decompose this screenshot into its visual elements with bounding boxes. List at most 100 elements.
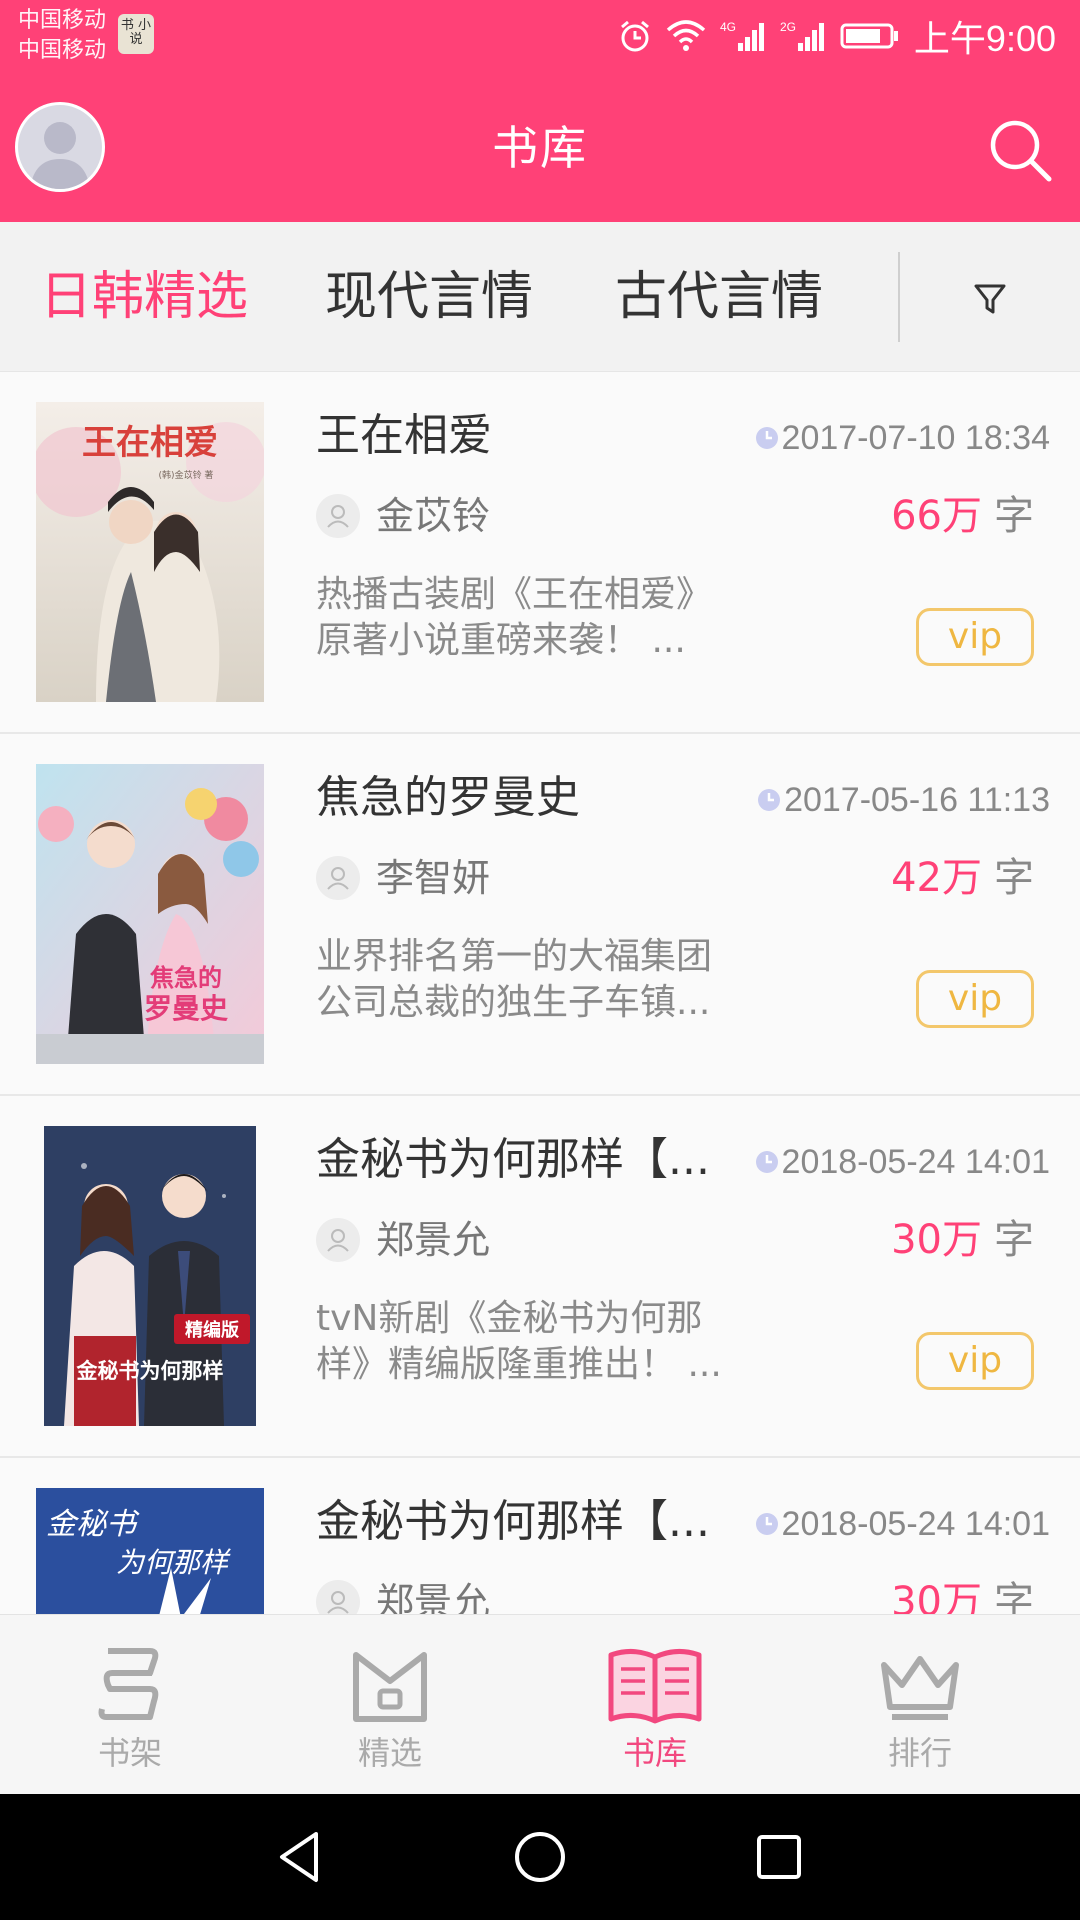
book-item[interactable]: 精编版 金秘书为何那样 金秘书为何那样【... 2018-05-24 14:01…	[0, 1096, 1080, 1458]
clock-icon	[755, 427, 778, 449]
author-name: 郑景允	[376, 1580, 491, 1614]
word-count-value: 30万	[891, 1579, 982, 1614]
update-date: 2017-05-16 11:13	[756, 778, 1050, 822]
cover-title-line-2: 罗曼史	[144, 992, 228, 1025]
book-title[interactable]: 金秘书为何那样【...	[316, 1130, 736, 1190]
nav-featured[interactable]: 精选	[290, 1615, 490, 1795]
book-cover[interactable]: 精编版 金秘书为何那样	[44, 1126, 256, 1426]
book-cover[interactable]: 金秘书 为何那样	[36, 1488, 264, 1614]
system-navigation-bar	[0, 1794, 1080, 1920]
desc-line: 原著小说重磅来袭！ ...	[316, 620, 686, 661]
carrier-2: 中国移动	[18, 38, 107, 63]
search-icon	[990, 120, 1052, 182]
author-name: 金苡铃	[376, 494, 491, 538]
desc-line: 样》精编版隆重推出！ ...	[316, 1344, 722, 1385]
category-tabs: 日韩精选 现代言情 古代言情	[0, 222, 1080, 372]
book-item[interactable]: 王在相爱 (韩)金苡铃 著 王在相爱 2017-07-10 18:34 金苡铃 …	[0, 372, 1080, 734]
alarm-icon	[620, 20, 649, 52]
date-text: 2018-05-24 14:01	[781, 1143, 1050, 1181]
cover-title-line-2: 为何那样	[116, 1546, 231, 1579]
book-description: 业界排名第一的大福集团 公司总裁的独生子车镇...	[316, 934, 756, 1026]
cover-image: 焦急的 罗曼史	[36, 764, 264, 1064]
word-count-value: 30万	[891, 1217, 982, 1263]
vip-badge: vip	[916, 608, 1034, 666]
word-count-unit: 字	[994, 1579, 1034, 1614]
book-cover[interactable]: 王在相爱 (韩)金苡铃 著	[36, 402, 264, 702]
update-date: 2018-05-24 14:01	[754, 1140, 1050, 1184]
book-title[interactable]: 王在相爱	[316, 406, 736, 466]
book-title[interactable]: 金秘书为何那样【...	[316, 1492, 736, 1552]
battery-icon	[840, 23, 898, 49]
filter-icon	[974, 284, 1006, 314]
cover-title: 金秘书为何那样	[76, 1359, 224, 1383]
cover-tag: 精编版	[185, 1319, 239, 1341]
wifi-icon	[666, 20, 706, 51]
tab-ancient-romance[interactable]: 古代言情	[615, 262, 823, 332]
nav-label: 书架	[97, 1734, 162, 1772]
word-count: 66万字	[891, 490, 1034, 542]
cover-title: 王在相爱	[82, 423, 218, 463]
cover-image: 王在相爱 (韩)金苡铃 著	[36, 402, 264, 702]
word-count-unit: 字	[994, 855, 1034, 901]
author-row: 金苡铃	[316, 492, 490, 540]
recent-apps-icon[interactable]	[746, 1824, 812, 1890]
nav-bookshelf[interactable]: 书架	[30, 1615, 230, 1795]
book-item[interactable]: 金秘书 为何那样 金秘书为何那样【... 2018-05-24 14:01 郑景…	[0, 1458, 1080, 1614]
page-title: 书库	[492, 121, 588, 175]
nav-library[interactable]: 书库	[555, 1615, 755, 1795]
word-count-unit: 字	[994, 1217, 1034, 1263]
carrier-info: 中国移动 中国移动	[18, 6, 106, 66]
home-icon[interactable]	[507, 1824, 573, 1890]
desc-line: 业界排名第一的大福集团	[316, 936, 713, 977]
library-book-icon	[608, 1649, 702, 1724]
nav-label: 精选	[357, 1734, 422, 1772]
nav-label: 排行	[887, 1734, 952, 1772]
update-date: 2017-07-10 18:34	[754, 416, 1050, 460]
author-row: 郑景允	[316, 1216, 490, 1264]
author-icon	[316, 1218, 360, 1262]
author-name: 李智妍	[376, 856, 491, 900]
author-icon	[316, 856, 360, 900]
author-name: 郑景允	[376, 1218, 491, 1262]
cover-image: 精编版 金秘书为何那样	[44, 1126, 256, 1426]
date-text: 2018-05-24 14:01	[781, 1505, 1050, 1543]
filter-button[interactable]	[960, 268, 1020, 328]
nav-ranking[interactable]: 排行	[820, 1615, 1020, 1795]
back-icon[interactable]	[268, 1824, 334, 1890]
signal-2g-icon: 2G	[780, 20, 824, 51]
clock-icon	[755, 1513, 778, 1535]
nav-label: 书库	[622, 1734, 687, 1772]
word-count: 42万字	[891, 852, 1034, 904]
author-icon	[316, 1580, 360, 1614]
word-count-unit: 字	[994, 493, 1034, 539]
carrier-1: 中国移动	[18, 8, 107, 33]
author-row: 李智妍	[316, 854, 490, 902]
featured-icon	[353, 1652, 427, 1722]
clock-icon	[755, 1151, 778, 1173]
tab-modern-romance[interactable]: 现代言情	[325, 262, 533, 332]
date-text: 2017-07-10 18:34	[781, 419, 1050, 457]
desc-line: 公司总裁的独生子车镇...	[316, 982, 711, 1023]
top-bar: 中国移动 中国移动 书 小说 4G 2G 上午9:00 书库	[0, 0, 1080, 222]
author-row: 郑景允	[316, 1578, 490, 1614]
cover-image: 金秘书 为何那样	[36, 1488, 264, 1614]
word-count-value: 66万	[891, 493, 982, 539]
word-count: 30万字	[891, 1214, 1034, 1266]
signal-4g-icon: 4G	[720, 20, 764, 51]
status-bar: 中国移动 中国移动 书 小说 4G 2G 上午9:00	[0, 0, 1080, 75]
cover-title-line-1: 金秘书	[46, 1507, 140, 1542]
crown-ranking-icon	[881, 1656, 959, 1720]
book-cover[interactable]: 焦急的 罗曼史	[36, 764, 264, 1064]
bookshelf-icon	[98, 1648, 159, 1720]
bottom-navigation: 书架 精选 书库 排行	[0, 1614, 1080, 1794]
desc-line: 热播古装剧《王在相爱》	[316, 574, 713, 615]
tab-japan-korea[interactable]: 日韩精选	[40, 262, 248, 332]
word-count-value: 42万	[891, 855, 982, 901]
status-icons: 4G 2G 上午9:00	[618, 14, 1056, 59]
book-title[interactable]: 焦急的罗曼史	[316, 768, 736, 828]
book-item[interactable]: 焦急的 罗曼史 焦急的罗曼史 2017-05-16 11:13 李智妍 42万字…	[0, 734, 1080, 1096]
clock-icon	[758, 789, 781, 811]
book-description: 热播古装剧《王在相爱》 原著小说重磅来袭！ ...	[316, 572, 756, 664]
search-button[interactable]	[985, 115, 1055, 185]
svg-text:2G: 2G	[780, 20, 796, 34]
